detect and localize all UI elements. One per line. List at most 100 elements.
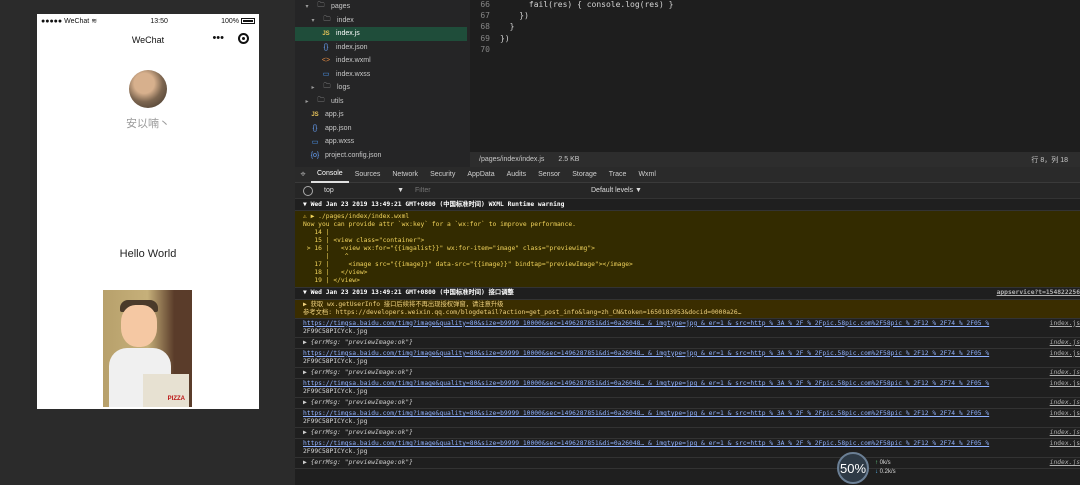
- console-output[interactable]: ▼ Wed Jan 23 2019 13:49:21 GMT+0800 (中国标…: [295, 200, 1080, 485]
- log-url-tail: 2F99C58PICYck.jpg: [303, 448, 368, 456]
- log-group-header[interactable]: ▼ Wed Jan 23 2019 13:49:21 GMT+0800 (中国标…: [295, 200, 1080, 212]
- log-url[interactable]: https://timgsa.baidu.com/timg?image&qual…: [303, 380, 989, 387]
- tab-audits[interactable]: Audits: [501, 167, 532, 183]
- tree-item-index-folder[interactable]: ▾ 🗀 index: [295, 14, 467, 28]
- warning-code-line: 15 | <view class="container">: [303, 237, 425, 245]
- tree-item-index-json[interactable]: {} index.json: [295, 41, 467, 55]
- log-url-tail: 2F99C58PICYck.jpg: [303, 357, 368, 365]
- tab-console[interactable]: Console: [311, 167, 349, 183]
- source-link[interactable]: index.js: [1050, 399, 1080, 407]
- wechat-navbar: WeChat •••: [37, 28, 259, 52]
- performance-widget[interactable]: 50% ↑ 0k/s ↓ 0.2k/s: [837, 451, 903, 485]
- tree-item-utils[interactable]: ▸ 🗀 utils: [295, 95, 467, 109]
- tree-item-index-wxss[interactable]: ▭ index.wxss: [295, 68, 467, 82]
- code-text: }: [500, 22, 515, 32]
- code-text: }): [500, 33, 510, 43]
- js-file-icon: JS: [322, 30, 330, 37]
- chevron-down-icon: ▼: [397, 187, 404, 194]
- tree-label: index.json: [336, 43, 368, 51]
- tab-sources[interactable]: Sources: [349, 167, 387, 183]
- context-value: top: [324, 187, 334, 194]
- tree-label: project.config.json: [325, 151, 382, 159]
- warning-note: Now you can provide attr `wx:key` for a …: [303, 221, 576, 229]
- source-link[interactable]: index.js: [1050, 459, 1080, 467]
- code-line: 67 }): [470, 11, 1080, 22]
- source-link[interactable]: index.js: [1050, 440, 1080, 448]
- tab-network[interactable]: Network: [386, 167, 424, 183]
- source-link[interactable]: index.js: [1050, 410, 1080, 418]
- file-path: /pages/index/index.js: [479, 156, 545, 163]
- warning-code-line: 19 | </view>: [303, 277, 360, 285]
- log-message: https://timgsa.baidu.com/timg?image&qual…: [295, 439, 1080, 459]
- source-link[interactable]: index.js: [1050, 369, 1080, 377]
- battery-icon: [241, 18, 255, 24]
- js-file-icon: JS: [311, 111, 319, 118]
- capsule-close-icon[interactable]: [238, 32, 249, 44]
- download-speed: ↓ 0.2k/s: [875, 469, 896, 475]
- nickname-text: 安以喃丶: [126, 118, 170, 130]
- phone-status-bar: ●●●●● WeChat ≋ 13:50 100%: [37, 14, 259, 28]
- tree-item-pages[interactable]: ▾ 🗀 pages: [295, 0, 467, 14]
- tab-trace[interactable]: Trace: [603, 167, 633, 183]
- pizza-label: PIZZA: [167, 396, 185, 402]
- tab-storage[interactable]: Storage: [566, 167, 603, 183]
- source-link[interactable]: index.js: [1050, 429, 1080, 437]
- log-url[interactable]: https://timgsa.baidu.com/timg?image&qual…: [303, 440, 989, 447]
- json-file-icon: {o}: [310, 151, 320, 159]
- inspect-icon[interactable]: ⌖: [295, 167, 311, 183]
- tab-security[interactable]: Security: [424, 167, 461, 183]
- preview-image[interactable]: PIZZA: [103, 290, 192, 407]
- context-select[interactable]: top ▼: [321, 185, 407, 197]
- chevron-down-icon: ▾: [305, 4, 309, 11]
- object-preview: ▶ {errMsg: "previewImage:ok"}: [303, 368, 413, 376]
- carrier-text: ●●●●● WeChat: [41, 17, 90, 25]
- tree-label: index.js: [336, 30, 360, 38]
- source-link[interactable]: index.js: [1050, 350, 1080, 358]
- code-line: 69}): [470, 34, 1080, 45]
- log-object[interactable]: ▶ {errMsg: "previewImage:ok"} index.js: [295, 428, 1080, 440]
- tree-item-app-js[interactable]: JS app.js: [295, 108, 467, 122]
- tree-item-index-wxml[interactable]: <> index.wxml: [295, 54, 467, 68]
- tab-wxml[interactable]: Wxml: [632, 167, 662, 183]
- wifi-icon: ≋: [91, 18, 98, 25]
- tree-item-logs[interactable]: ▸ 🗀 logs: [295, 81, 467, 95]
- source-link[interactable]: index.js: [1050, 380, 1080, 388]
- source-link[interactable]: appservice?t=154822256: [997, 289, 1080, 297]
- line-number: 70: [480, 44, 490, 54]
- log-object[interactable]: ▶ {errMsg: "previewImage:ok"} index.js: [295, 398, 1080, 410]
- tree-item-project-config[interactable]: {o} project.config.json: [295, 149, 467, 163]
- more-button[interactable]: •••: [212, 32, 224, 44]
- tab-appdata[interactable]: AppData: [461, 167, 500, 183]
- log-object[interactable]: ▶ {errMsg: "previewImage:ok"} index.js: [295, 338, 1080, 349]
- console-filter-bar: top ▼ Default levels ▼: [295, 183, 1080, 199]
- source-link[interactable]: index.js: [1050, 339, 1080, 347]
- log-object[interactable]: ▶ {errMsg: "previewImage:ok"} index.js: [295, 458, 1080, 470]
- log-message: https://timgsa.baidu.com/timg?image&qual…: [295, 409, 1080, 429]
- code-editor[interactable]: 66 fail(res) { console.log(res) } 67 }) …: [470, 0, 1080, 152]
- tree-item-app-json[interactable]: {} app.json: [295, 122, 467, 136]
- line-number: 68: [480, 22, 490, 32]
- levels-select[interactable]: Default levels ▼: [591, 187, 642, 194]
- tree-item-index-js[interactable]: JS index.js: [295, 27, 467, 41]
- tree-item-app-wxss[interactable]: ▭ app.wxss: [295, 135, 467, 149]
- time-text: 13:50: [150, 17, 168, 25]
- log-object[interactable]: ▶ {errMsg: "previewImage:ok"} index.js: [295, 368, 1080, 379]
- cursor-position: 行 8，列 18: [1031, 156, 1068, 164]
- info-line: ▶ 获取 wx.getUserInfo 接口后续将不再出现授权弹窗，请注意升级: [303, 300, 504, 308]
- source-link[interactable]: index.js: [1050, 320, 1080, 328]
- nav-actions: •••: [212, 32, 249, 44]
- tree-label: pages: [331, 3, 351, 11]
- avatar[interactable]: [129, 70, 167, 108]
- tab-sensor[interactable]: Sensor: [532, 167, 566, 183]
- log-group-header[interactable]: ▼ Wed Jan 23 2019 13:49:21 GMT+0800 (中国标…: [295, 288, 1080, 300]
- log-url[interactable]: https://timgsa.baidu.com/timg?image&qual…: [303, 320, 989, 327]
- tree-label: index.wxss: [336, 70, 371, 78]
- info-message: ▶ 获取 wx.getUserInfo 接口后续将不再出现授权弹窗，请注意升级 …: [295, 299, 1080, 319]
- log-url[interactable]: https://timgsa.baidu.com/timg?image&qual…: [303, 350, 989, 357]
- clear-console-icon[interactable]: [303, 185, 313, 196]
- filter-input[interactable]: [415, 184, 583, 197]
- log-url-tail: 2F99C58PICYck.jpg: [303, 387, 368, 395]
- log-message: https://timgsa.baidu.com/timg?image&qual…: [295, 349, 1080, 368]
- log-url[interactable]: https://timgsa.baidu.com/timg?image&qual…: [303, 410, 989, 417]
- line-number: 67: [480, 11, 490, 21]
